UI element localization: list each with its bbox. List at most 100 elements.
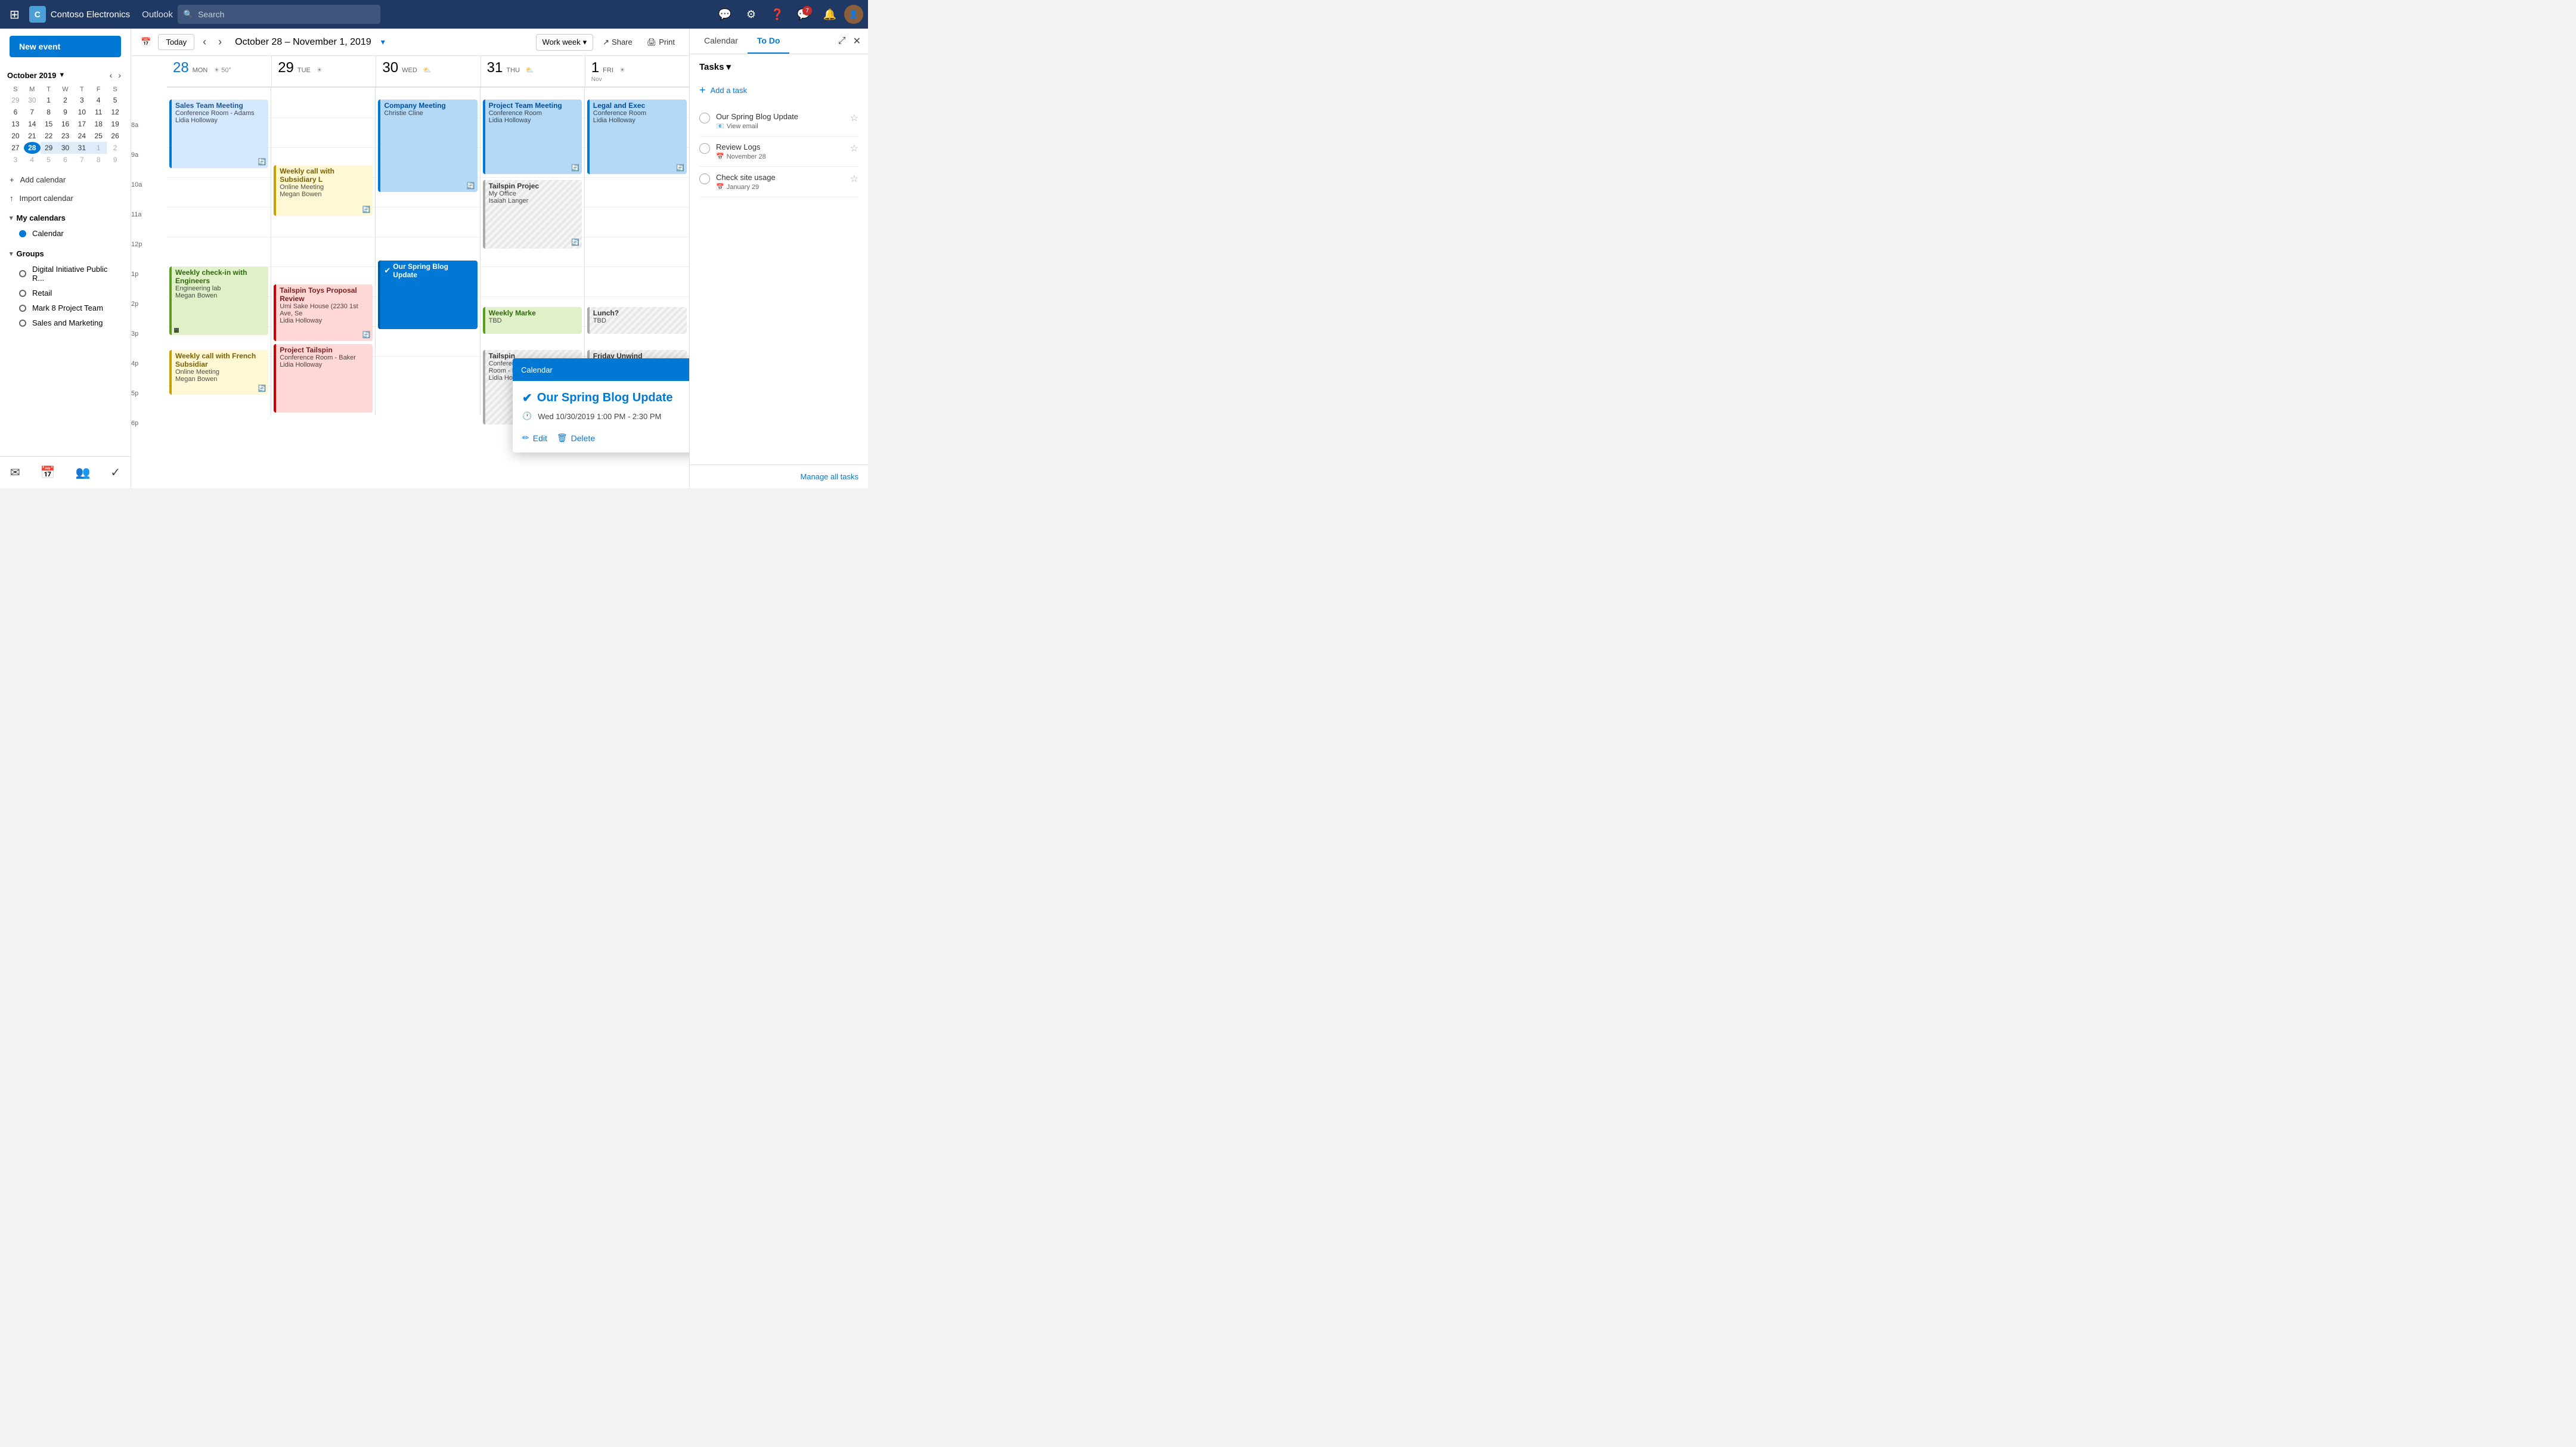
mini-cal-day[interactable]: 8: [90, 154, 107, 166]
settings-btn[interactable]: ⚙: [739, 2, 763, 26]
task-checkbox[interactable]: [699, 113, 710, 123]
task-checkbox[interactable]: [699, 173, 710, 184]
group-item-retail[interactable]: Retail: [0, 286, 131, 300]
nav-calendar-icon[interactable]: 📅: [35, 461, 61, 484]
mini-cal-day[interactable]: 5: [107, 94, 123, 106]
mini-cal-month[interactable]: October 2019: [7, 71, 56, 80]
mini-cal-day[interactable]: 2: [107, 142, 123, 154]
view-selector[interactable]: Work week ▾: [536, 34, 594, 51]
nav-tasks-icon[interactable]: ✓: [104, 461, 126, 484]
mini-cal-day[interactable]: 6: [7, 106, 24, 118]
event-spring-blog[interactable]: ✔ Our Spring Blog Update: [378, 261, 477, 329]
search-box[interactable]: 🔍: [178, 5, 380, 24]
mini-cal-day[interactable]: 6: [57, 154, 74, 166]
mini-cal-day[interactable]: 12: [107, 106, 123, 118]
group-item-mark8[interactable]: Mark 8 Project Team: [0, 300, 131, 315]
mini-cal-day[interactable]: 3: [7, 154, 24, 166]
expand-panel-btn[interactable]: ⤢: [836, 33, 848, 49]
mini-cal-day[interactable]: 17: [73, 118, 90, 130]
feedback-btn[interactable]: 💬: [713, 2, 737, 26]
import-calendar-link[interactable]: ↑ Import calendar: [0, 189, 131, 207]
prev-button[interactable]: ‹: [199, 33, 210, 51]
tab-calendar[interactable]: Calendar: [695, 29, 748, 54]
mini-cal-day[interactable]: 29: [41, 142, 57, 154]
day-col-tue[interactable]: Weekly call with Subsidiary L Online Mee…: [271, 88, 376, 416]
mini-cal-day[interactable]: 18: [90, 118, 107, 130]
search-input[interactable]: [198, 10, 374, 19]
mini-cal-day[interactable]: 27: [7, 142, 24, 154]
mini-cal-day[interactable]: 1: [90, 142, 107, 154]
manage-all-tasks[interactable]: Manage all tasks: [690, 464, 868, 488]
calendar-item[interactable]: Calendar: [0, 226, 131, 241]
mini-cal-day[interactable]: 25: [90, 130, 107, 142]
mini-cal-day[interactable]: 30: [24, 94, 41, 106]
mini-cal-day[interactable]: 7: [24, 106, 41, 118]
task-star[interactable]: ☆: [850, 173, 858, 185]
apps-icon[interactable]: ⊞: [5, 2, 24, 27]
mini-cal-day[interactable]: 26: [107, 130, 123, 142]
event-legal-exec[interactable]: Legal and Exec Conference Room Lidia Hol…: [587, 100, 687, 174]
mini-cal-day[interactable]: 5: [41, 154, 57, 166]
mini-cal-day[interactable]: 20: [7, 130, 24, 142]
user-avatar[interactable]: 👤: [844, 5, 863, 24]
help-btn[interactable]: ❓: [765, 2, 789, 26]
mini-cal-day[interactable]: 21: [24, 130, 41, 142]
mini-cal-day[interactable]: 24: [73, 130, 90, 142]
groups-header[interactable]: ▾ Groups: [0, 246, 131, 262]
event-tailspin-proj[interactable]: Tailspin Projec My Office Isaiah Langer …: [483, 180, 582, 249]
mini-cal-prev[interactable]: ‹: [107, 69, 115, 81]
event-lunch[interactable]: Lunch? TBD: [587, 307, 687, 334]
task-star[interactable]: ☆: [850, 142, 858, 154]
event-sales-team[interactable]: Sales Team Meeting Conference Room - Ada…: [169, 100, 268, 168]
mini-cal-day[interactable]: 19: [107, 118, 123, 130]
event-weekly-subsidiary[interactable]: Weekly call with Subsidiary L Online Mee…: [274, 165, 373, 216]
event-weekly-marke[interactable]: Weekly Marke TBD: [483, 307, 582, 334]
add-task-row[interactable]: + Add a task: [699, 79, 858, 101]
date-range-expand[interactable]: ▾: [381, 37, 385, 47]
mini-cal-day-today[interactable]: 28: [24, 142, 41, 154]
event-company-meeting[interactable]: Company Meeting Christie Cline 🔄: [378, 100, 477, 192]
mini-cal-day[interactable]: 16: [57, 118, 74, 130]
my-calendars-header[interactable]: ▾ My calendars: [0, 210, 131, 226]
event-project-tailspin[interactable]: Project Tailspin Conference Room - Baker…: [274, 344, 373, 413]
mini-cal-day[interactable]: 13: [7, 118, 24, 130]
mini-cal-day[interactable]: 4: [90, 94, 107, 106]
mini-cal-day[interactable]: 1: [41, 94, 57, 106]
mini-cal-day[interactable]: 8: [41, 106, 57, 118]
mini-cal-day[interactable]: 7: [73, 154, 90, 166]
event-tailspin-proposal[interactable]: Tailspin Toys Proposal Review Umi Sake H…: [274, 284, 373, 341]
mini-cal-day[interactable]: 15: [41, 118, 57, 130]
bell-btn[interactable]: 🔔: [818, 2, 842, 26]
notifications-btn[interactable]: 💬 7: [792, 2, 816, 26]
nav-mail-icon[interactable]: ✉: [4, 461, 26, 484]
print-button[interactable]: 🖨 Print: [642, 35, 680, 50]
mini-cal-day[interactable]: 14: [24, 118, 41, 130]
mini-cal-day[interactable]: 30: [57, 142, 74, 154]
mini-cal-next[interactable]: ›: [116, 69, 123, 81]
mini-cal-day[interactable]: 9: [107, 154, 123, 166]
edit-button[interactable]: ✏ Edit: [522, 433, 547, 443]
event-weekly-french[interactable]: Weekly call with French Subsidiar Online…: [169, 350, 268, 395]
share-button[interactable]: ↗ Share: [598, 35, 637, 50]
mini-cal-day[interactable]: 11: [90, 106, 107, 118]
next-button[interactable]: ›: [215, 33, 225, 51]
mini-cal-day[interactable]: 10: [73, 106, 90, 118]
new-event-button[interactable]: New event: [10, 36, 121, 57]
day-col-wed[interactable]: Company Meeting Christie Cline 🔄 ✔ Our S…: [376, 88, 480, 416]
group-item-digital[interactable]: Digital Initiative Public R...: [0, 262, 131, 286]
delete-button[interactable]: 🗑 Delete: [557, 433, 595, 443]
add-calendar-link[interactable]: + Add calendar: [0, 171, 131, 189]
tab-todo[interactable]: To Do: [748, 29, 790, 54]
mini-cal-day[interactable]: 23: [57, 130, 74, 142]
mini-cal-day[interactable]: 29: [7, 94, 24, 106]
tasks-header[interactable]: Tasks ▾: [699, 61, 858, 72]
task-checkbox[interactable]: [699, 143, 710, 154]
group-item-sales[interactable]: Sales and Marketing: [0, 315, 131, 330]
day-col-mon[interactable]: Sales Team Meeting Conference Room - Ada…: [167, 88, 271, 416]
nav-people-icon[interactable]: 👥: [69, 461, 96, 484]
close-panel-btn[interactable]: ✕: [851, 33, 863, 49]
mini-cal-day[interactable]: 22: [41, 130, 57, 142]
mini-cal-day[interactable]: 2: [57, 94, 74, 106]
mini-cal-day[interactable]: 9: [57, 106, 74, 118]
mini-cal-day[interactable]: 3: [73, 94, 90, 106]
